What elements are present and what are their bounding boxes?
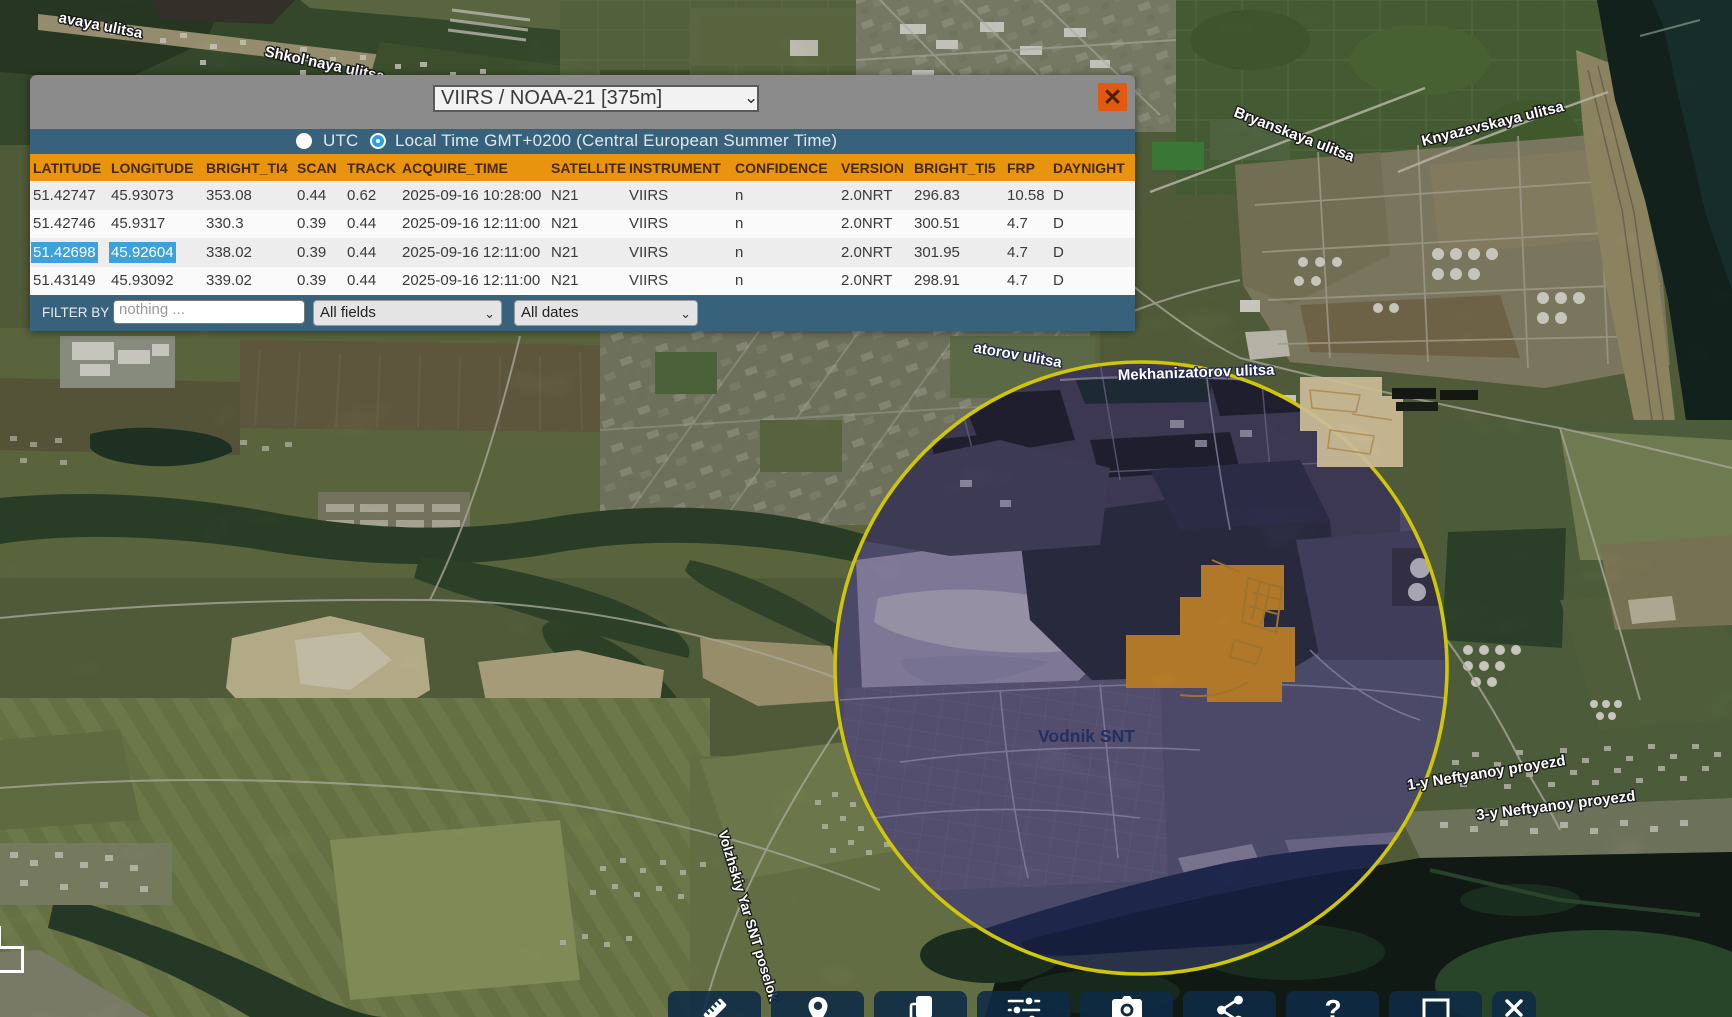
svg-text:Vodnik SNT: Vodnik SNT xyxy=(1038,726,1135,746)
svg-text:?: ? xyxy=(1324,994,1341,1017)
